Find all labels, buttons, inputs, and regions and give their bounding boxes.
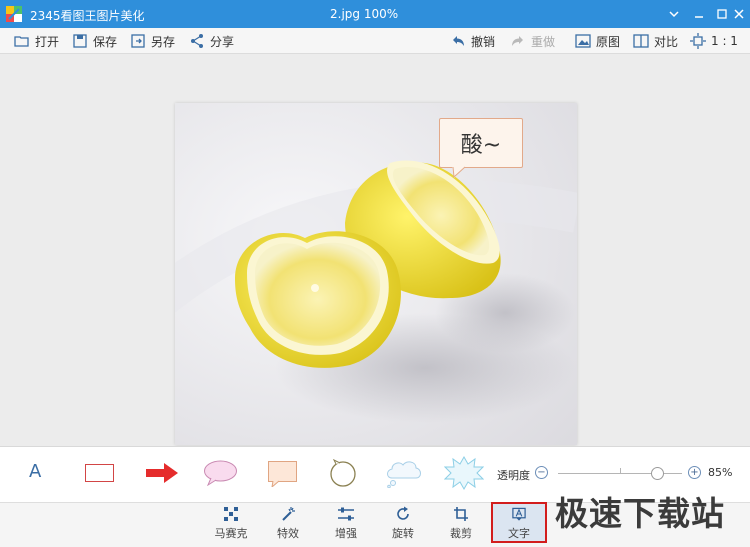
original-label: 原图: [596, 34, 621, 49]
dropdown-button[interactable]: [664, 4, 684, 24]
minimize-button[interactable]: [689, 4, 709, 24]
enhance-label: 增强: [335, 527, 357, 540]
slider-tick: [620, 468, 621, 474]
opacity-increase-button[interactable]: +: [688, 466, 701, 479]
text-label: 文字: [508, 527, 530, 540]
save-as-button[interactable]: 另存: [130, 31, 175, 51]
toolbar: 打开 保存 另存 分享 撤销 重做 原图 对比 1 : 1: [0, 28, 750, 54]
rotate-icon: [397, 506, 409, 520]
text-icon: [512, 507, 526, 521]
crop-tool-button[interactable]: 裁剪: [441, 506, 481, 542]
effects-label: 特效: [277, 527, 299, 540]
undo-label: 撤销: [471, 34, 496, 49]
minimize-icon: [695, 16, 703, 18]
undo-icon: [453, 36, 464, 46]
app-logo-icon: [6, 6, 22, 22]
opacity-slider-thumb[interactable]: [651, 467, 664, 480]
chevron-down-icon: [669, 11, 679, 18]
opacity-value: 85%: [708, 466, 733, 479]
effects-tool-button[interactable]: 特效: [268, 506, 308, 542]
redo-button[interactable]: 重做: [510, 31, 555, 51]
compare-button[interactable]: 对比: [633, 31, 678, 51]
opacity-decrease-button[interactable]: −: [535, 466, 548, 479]
save-as-label: 另存: [151, 34, 176, 49]
original-button[interactable]: 原图: [575, 31, 620, 51]
rectangle-shape-icon[interactable]: [85, 464, 114, 482]
title-bar: 2345看图王图片美化 2.jpg 100%: [0, 0, 750, 28]
ratio-label: 1 : 1: [711, 34, 738, 48]
image-icon: [575, 34, 591, 48]
save-as-icon: [131, 34, 145, 48]
round-bubble-shape-icon[interactable]: [328, 459, 358, 487]
save-icon: [73, 34, 87, 48]
ellipse-bubble-shape-icon[interactable]: [203, 460, 238, 486]
crop-label: 裁剪: [450, 527, 472, 540]
magic-wand-icon: [282, 507, 295, 521]
crop-icon: [454, 507, 468, 521]
file-title: 2.jpg 100%: [330, 7, 399, 21]
opacity-label: 透明度: [497, 469, 530, 482]
burst-bubble-shape-icon[interactable]: [444, 456, 484, 490]
redo-icon: [512, 36, 523, 46]
cloud-bubble-shape-icon[interactable]: [384, 458, 424, 488]
sliders-icon: [338, 507, 354, 521]
compare-icon: [633, 34, 649, 48]
maximize-icon: [717, 9, 727, 19]
plain-text-tool[interactable]: A: [29, 461, 41, 482]
watermark-text: 极速下载站: [555, 494, 725, 533]
close-button[interactable]: [729, 4, 749, 24]
rotate-label: 旋转: [392, 527, 414, 540]
bubble-tail-icon: [452, 166, 466, 178]
share-button[interactable]: 分享: [189, 31, 234, 51]
open-button[interactable]: 打开: [14, 31, 59, 51]
undo-button[interactable]: 撤销: [450, 31, 495, 51]
enhance-tool-button[interactable]: 增强: [326, 506, 366, 542]
folder-icon: [14, 36, 29, 47]
save-button[interactable]: 保存: [72, 31, 117, 51]
mosaic-icon: [224, 507, 238, 521]
redo-label: 重做: [531, 34, 556, 49]
rect-bubble-shape-icon[interactable]: [268, 461, 298, 487]
mosaic-tool-button[interactable]: 马赛克: [211, 506, 251, 542]
app-title: 2345看图王图片美化: [30, 9, 145, 23]
share-label: 分享: [210, 34, 235, 49]
fit-icon: [690, 33, 706, 49]
save-label: 保存: [93, 34, 118, 49]
mosaic-label: 马赛克: [214, 527, 248, 540]
close-icon: [734, 9, 744, 19]
red-arrow-shape-icon[interactable]: [146, 462, 178, 484]
share-icon: [191, 34, 203, 48]
compare-label: 对比: [654, 34, 679, 49]
rotate-tool-button[interactable]: 旋转: [383, 506, 423, 542]
text-tool-button[interactable]: 文字: [491, 502, 547, 543]
open-label: 打开: [35, 34, 60, 49]
actual-size-button[interactable]: 1 : 1: [690, 31, 738, 51]
speech-bubble-text[interactable]: 酸~: [439, 118, 523, 168]
